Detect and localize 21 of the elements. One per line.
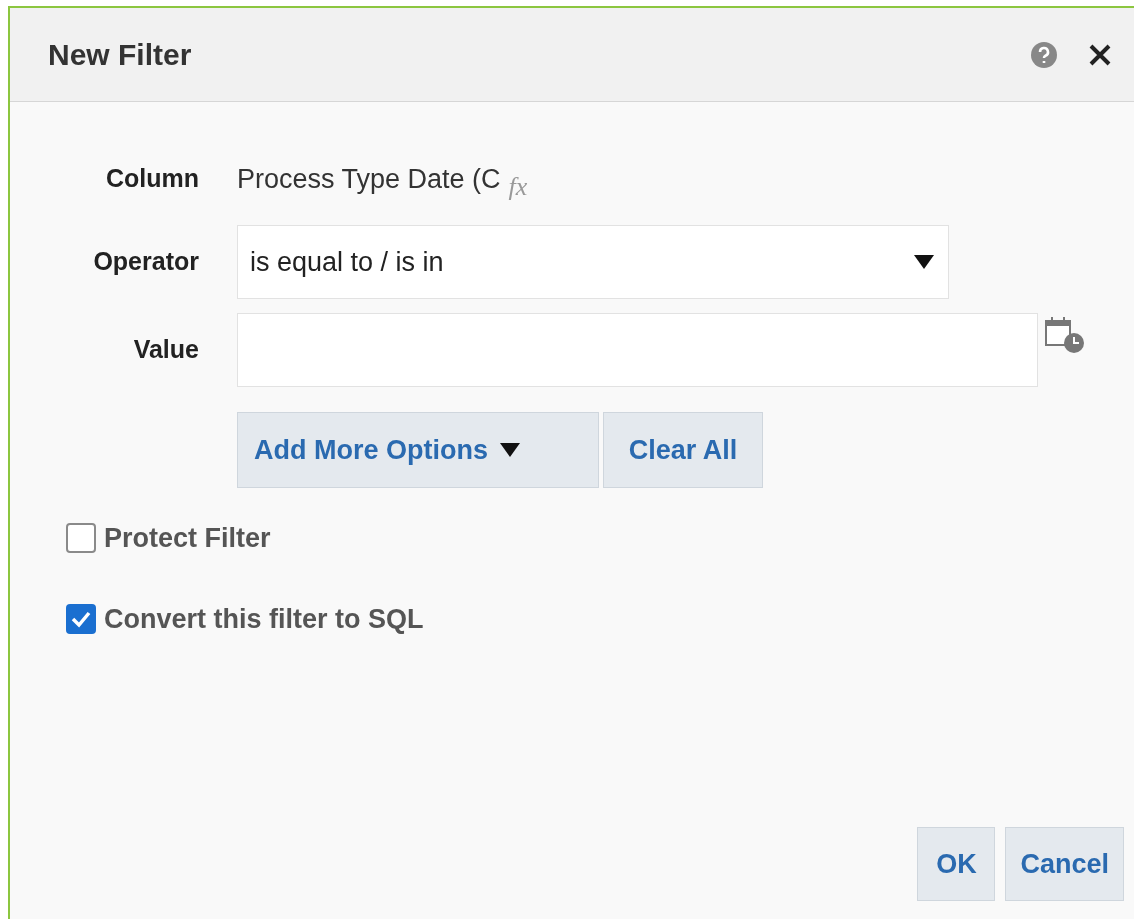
close-icon[interactable] — [1088, 42, 1112, 67]
clear-all-button[interactable]: Clear All — [603, 412, 763, 488]
checkbox-label: Convert this filter to SQL — [104, 602, 424, 636]
operator-dropdown[interactable]: is equal to / is in — [237, 225, 949, 299]
add-options-button[interactable]: Add More Options — [237, 412, 599, 488]
caret-icon — [914, 255, 934, 269]
ok-button[interactable]: OK — [917, 827, 996, 901]
field-label: Column — [104, 163, 200, 195]
checkbox[interactable] — [66, 523, 96, 554]
column-value: Process Type Date (C — [237, 162, 501, 196]
checkbox[interactable] — [66, 603, 96, 634]
window-title: New Filter — [48, 37, 193, 73]
cancel-button[interactable]: Cancel — [1005, 827, 1124, 901]
calendar-icon[interactable] — [1044, 315, 1086, 355]
field-label: Operator — [92, 246, 200, 278]
help-icon[interactable] — [1030, 40, 1058, 69]
checkbox-label: Protect Filter — [104, 522, 271, 555]
field-label: Value — [132, 334, 200, 366]
value-field[interactable] — [237, 313, 1038, 387]
formula-button[interactable]: fx — [508, 166, 528, 206]
caret-icon — [500, 443, 520, 457]
